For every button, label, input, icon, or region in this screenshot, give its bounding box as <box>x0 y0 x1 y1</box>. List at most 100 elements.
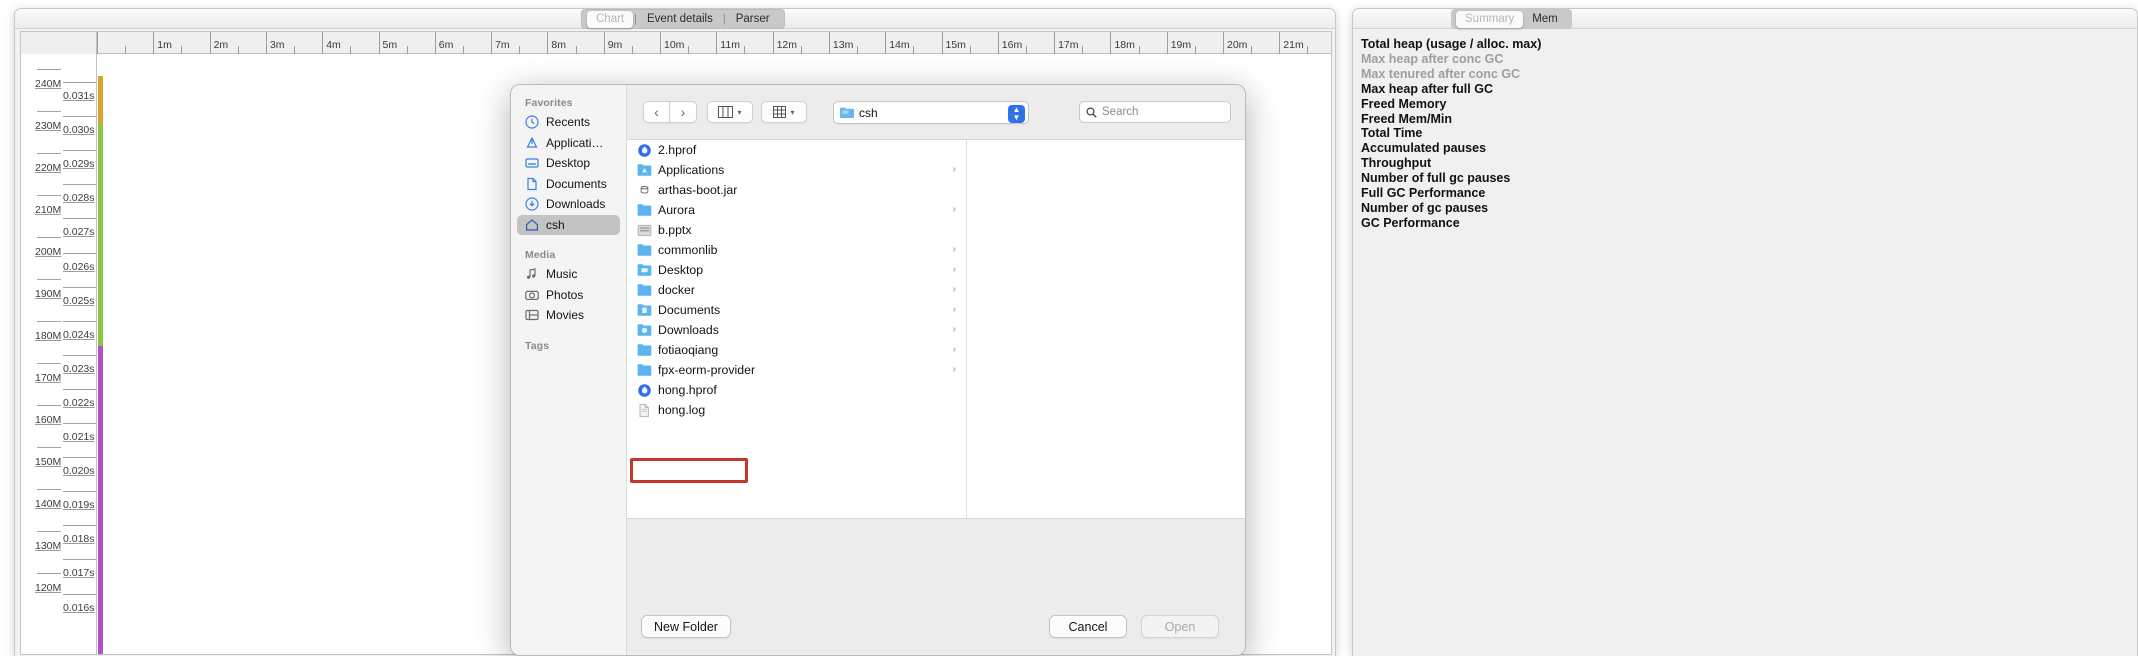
pause-time-axis-label: 0.016s <box>63 601 95 614</box>
open-button[interactable]: Open <box>1141 615 1219 638</box>
file-name: Desktop <box>658 263 704 277</box>
ruler-tick-label: 8m <box>547 32 566 54</box>
file-name: hong.hprof <box>658 383 717 397</box>
sidebar-item-applicati[interactable]: Applicati… <box>517 133 620 154</box>
axis-tick <box>63 457 96 459</box>
ruler-minor-tick <box>1138 46 1140 54</box>
ruler-minor-tick <box>519 46 521 54</box>
sidebar-item-recents[interactable]: Recents <box>517 112 620 133</box>
file-list-item[interactable]: Desktop › <box>627 260 966 280</box>
chevron-left-icon: ‹ <box>654 104 659 120</box>
axis-tick <box>37 321 61 322</box>
memory-axis-label: 160M <box>35 414 62 426</box>
file-list-item[interactable]: b.pptx <box>627 220 966 240</box>
time-ruler[interactable]: 1m 2m 3m 4m 5m 6m 7m 8m 9m 10m 11m 12m 13m 14m 15m 16m 1… <box>21 32 1331 54</box>
ruler-tick-label: 5m <box>378 32 397 54</box>
pause-time-axis-label: 0.030s <box>63 124 95 137</box>
sidebar-item-label: Downloads <box>546 197 606 212</box>
stepper-icon[interactable]: ▲ ▼ <box>1008 104 1025 123</box>
file-list-item[interactable]: fotiaoqiang › <box>627 340 966 360</box>
new-folder-button[interactable]: New Folder <box>641 615 731 638</box>
search-input[interactable]: Search <box>1079 101 1231 123</box>
sidebar-item-music[interactable]: Music <box>517 264 620 285</box>
file-list-item[interactable]: hong.hprof <box>627 380 966 400</box>
view-columns-button[interactable]: ▾ <box>707 101 753 123</box>
file-name: Aurora <box>658 203 695 217</box>
cancel-button[interactable]: Cancel <box>1049 615 1127 638</box>
ruler-tick-label: 12m <box>772 32 797 54</box>
sidebar-item-label: Applicati… <box>546 135 604 150</box>
screen: Chart | Event details | Parser 1m 2m 3m 4m 5… <box>0 0 2138 656</box>
ruler-tick-label: 10m <box>660 32 684 54</box>
tab-parser[interactable]: Parser <box>727 11 779 28</box>
ruler-tick-label: 9m <box>603 32 622 54</box>
summary-metric-label: Max tenured after conc GC <box>1361 66 1521 81</box>
sidebar-item-movies[interactable]: Movies <box>517 305 620 326</box>
file-list-item[interactable]: Documents › <box>627 300 966 320</box>
sidebar-item-photos[interactable]: Photos <box>517 285 620 306</box>
axis-tick <box>37 489 61 490</box>
axis-tick <box>63 150 96 152</box>
pause-time-axis-label: 0.029s <box>63 158 95 171</box>
file-list-item[interactable]: Applications › <box>627 160 966 180</box>
view-group-button[interactable]: ▾ <box>761 101 807 123</box>
back-button[interactable]: ‹ <box>643 101 670 123</box>
file-name: fotiaoqiang <box>658 343 719 357</box>
file-open-dialog[interactable]: Favorites Recents Applicati… Desktop Documen… <box>510 84 1246 656</box>
clock-icon <box>525 115 539 129</box>
file-list-item[interactable]: arthas-boot.jar <box>627 180 966 200</box>
axis-tick <box>37 405 61 406</box>
memory-axis-label: 180M <box>35 330 62 342</box>
hprof-icon <box>638 143 651 157</box>
file-list-item[interactable]: docker › <box>627 280 966 300</box>
chevron-right-icon: › <box>952 204 956 215</box>
path-popup-button[interactable]: csh ▲ ▼ <box>833 101 1029 124</box>
tab-event-details[interactable]: Event details <box>638 11 722 28</box>
axis-tick <box>63 184 96 186</box>
summary-metric-label: Max heap after conc GC <box>1361 51 1504 66</box>
sidebar-item-desktop[interactable]: Desktop <box>517 153 620 174</box>
file-list-item[interactable]: 2.hprof <box>627 140 966 160</box>
ruler-minor-tick <box>1082 46 1084 54</box>
tab-summary[interactable]: Summary <box>1456 10 1524 28</box>
file-list-item[interactable]: Downloads › <box>627 320 966 340</box>
sidebar-item-label: Documents <box>546 176 607 191</box>
sidebar-group-title: Media <box>525 249 556 261</box>
axis-tick <box>63 286 96 288</box>
ruler-tick-label: 17m <box>1054 32 1079 54</box>
file-list-item[interactable]: commonlib › <box>627 240 966 260</box>
file-name: commonlib <box>658 243 718 257</box>
sidebar-item-documents[interactable]: Documents <box>517 174 620 195</box>
file-list-item[interactable]: Aurora › <box>627 200 966 220</box>
sidebar-item-downloads[interactable]: Downloads <box>517 194 620 215</box>
ruler-minor-tick <box>1307 46 1309 54</box>
file-name: docker <box>658 283 695 297</box>
gc-bar-fullgc <box>98 346 103 654</box>
ruler-minor-tick <box>237 46 239 54</box>
dialog-footer: New Folder Cancel Open <box>627 601 1245 655</box>
tab-memory[interactable]: Mem <box>1523 11 1567 28</box>
pause-time-axis-label: 0.024s <box>63 328 95 341</box>
axis-tick <box>63 252 96 254</box>
file-name: hong.log <box>658 403 706 417</box>
pause-time-axis-label: 0.018s <box>63 533 95 546</box>
memory-axis-label: 190M <box>35 288 62 300</box>
ruler-minor-tick <box>1251 46 1253 54</box>
folder-app-icon <box>637 163 652 176</box>
sidebar-item-csh[interactable]: csh <box>517 214 620 235</box>
file-list[interactable]: 2.hprof Applications › arthas-boot.jar Auror… <box>627 139 1245 519</box>
file-list-column[interactable]: 2.hprof Applications › arthas-boot.jar Auror… <box>627 140 967 518</box>
file-list-item[interactable]: fpx-eorm-provider › <box>627 360 966 380</box>
memory-axis-label: 220M <box>35 162 62 174</box>
path-value: csh <box>859 105 878 120</box>
icon-view-icon <box>773 106 787 118</box>
file-name: b.pptx <box>658 223 692 237</box>
axis-tick <box>63 82 96 83</box>
memory-axis-label: 140M <box>35 498 62 510</box>
tab-chart[interactable]: Chart <box>587 10 634 28</box>
file-list-item[interactable]: hong.log <box>627 400 966 420</box>
forward-button[interactable]: › <box>670 101 697 123</box>
pptx-icon <box>637 224 652 236</box>
ruler-minor-tick <box>125 46 127 54</box>
music-note-icon <box>527 268 536 280</box>
